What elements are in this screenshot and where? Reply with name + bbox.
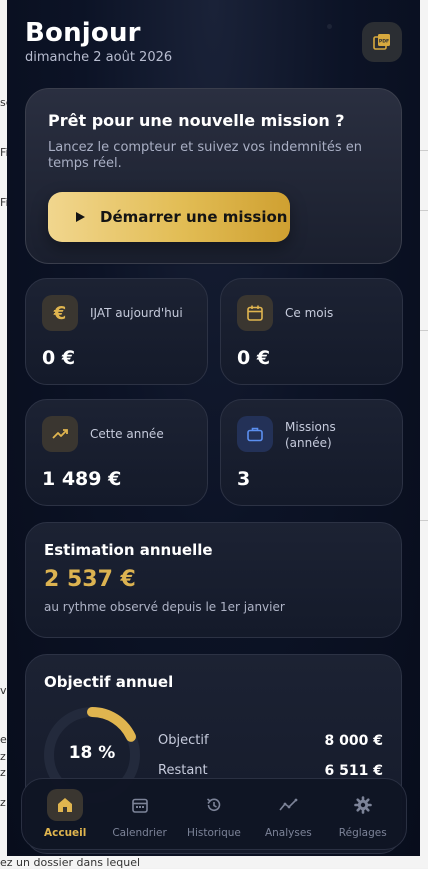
stat-label: Ce mois [285,305,333,321]
start-mission-label: Démarrer une mission [100,208,287,226]
objective-row-target: Objectif 8 000 € [158,733,383,748]
background-text-fragment: z [0,750,6,763]
tab-analytics[interactable]: Analyses [251,789,325,839]
header: Bonjour dimanche 2 août 2026 PDF [25,18,402,65]
play-icon [74,211,86,223]
page-title: Bonjour [25,18,402,48]
objective-row-value: 6 511 € [325,763,383,779]
gear-icon [345,789,381,821]
stat-value: 0 € [42,347,75,369]
current-date: dimanche 2 août 2026 [25,50,402,65]
stat-label: IJAT aujourd'hui [90,305,183,321]
tab-home[interactable]: Accueil [28,789,102,839]
analytics-icon [270,789,306,821]
objective-row-label: Objectif [158,733,209,748]
annual-estimate-card: Estimation annuelle 2 537 € au rythme ob… [25,522,402,638]
tab-label: Accueil [44,827,86,839]
stat-card-this-year: Cette année 1 489 € [25,399,208,506]
estimate-title: Estimation annuelle [44,541,383,559]
calendar-icon [237,295,273,331]
background-text-fragment: ez un dossier dans lequel [0,856,140,869]
background-text-fragment: z [0,796,6,809]
stat-card-ijat-today: € IJAT aujourd'hui 0 € [25,278,208,385]
estimate-value: 2 537 € [44,567,383,592]
tab-settings[interactable]: Réglages [326,789,400,839]
tab-label: Historique [187,827,241,839]
objective-title: Objectif annuel [44,673,383,691]
new-mission-card: Prêt pour une nouvelle mission ? Lancez … [25,88,402,264]
history-icon [196,789,232,821]
objective-row-remaining: Restant 6 511 € [158,763,383,778]
estimate-subtitle: au rythme observé depuis le 1er janvier [44,600,383,614]
tab-label: Calendrier [112,827,166,839]
tab-calendar[interactable]: Calendrier [103,789,177,839]
briefcase-icon [237,416,273,452]
mission-card-title: Prêt pour une nouvelle mission ? [48,111,379,130]
stat-label: Cette année [90,426,164,442]
trending-up-icon [42,416,78,452]
stat-value: 0 € [237,347,270,369]
svg-text:PDF: PDF [379,39,389,45]
objective-percent: 18 % [42,743,142,763]
tab-history[interactable]: Historique [177,789,251,839]
bottom-tab-bar: Accueil Calendrier Historique Analyses R… [21,778,407,850]
pdf-icon: PDF [372,32,392,52]
objective-row-label: Restant [158,763,208,778]
mission-card-subtitle: Lancez le compteur et suivez vos indemni… [48,140,368,172]
background-text-fragment: v [0,684,7,697]
stat-label: Missions (année) [285,419,365,451]
stat-value: 1 489 € [42,468,121,490]
home-icon [47,789,83,821]
background-text-fragment: z [0,766,6,779]
objective-row-value: 8 000 € [325,733,383,749]
tab-label: Réglages [339,827,387,839]
start-mission-button[interactable]: Démarrer une mission [48,192,290,242]
euro-icon: € [42,295,78,331]
calendar-icon [122,789,158,821]
pdf-export-button[interactable]: PDF [362,22,402,62]
tab-label: Analyses [265,827,312,839]
stat-card-missions-year: Missions (année) 3 [220,399,403,506]
stat-value: 3 [237,468,250,490]
stat-card-this-month: Ce mois 0 € [220,278,403,385]
app-screen: Bonjour dimanche 2 août 2026 PDF Prêt po… [7,0,420,856]
